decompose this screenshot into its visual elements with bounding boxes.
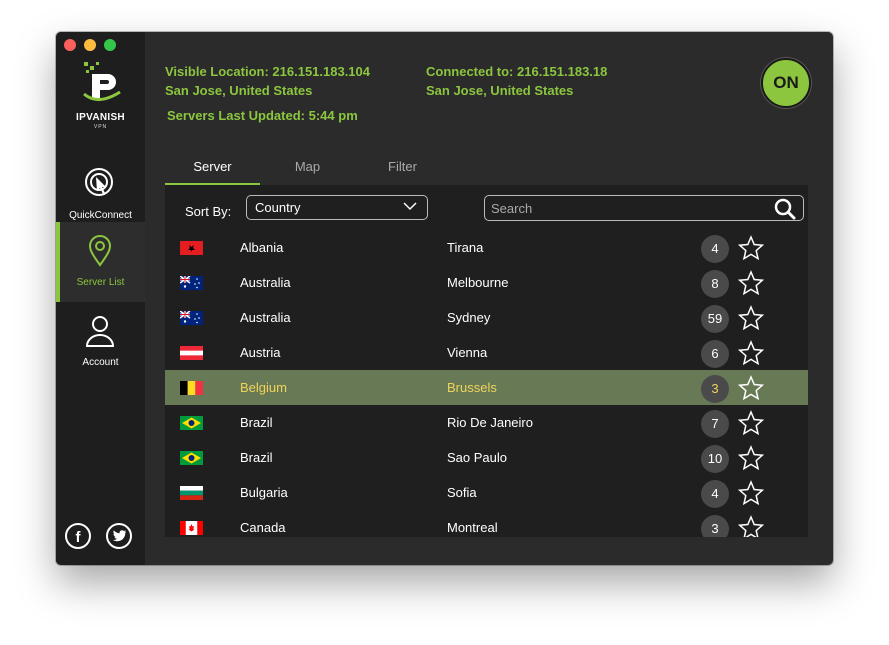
tab-bar: Server Map Filter bbox=[165, 156, 450, 185]
city-name: Tirana bbox=[447, 240, 484, 255]
australia-flag-icon bbox=[180, 276, 203, 290]
country-name: Australia bbox=[240, 310, 291, 325]
twitter-icon bbox=[112, 530, 127, 542]
city-name: Rio De Janeiro bbox=[447, 415, 533, 430]
sidebar: IPVANISH VPN QuickConnect Server List Ac… bbox=[56, 32, 145, 565]
country-name: Bulgaria bbox=[240, 485, 288, 500]
server-row[interactable]: Brazil Rio De Janeiro 7 bbox=[165, 405, 808, 440]
brazil-flag-icon bbox=[180, 451, 203, 465]
server-row[interactable]: Australia Melbourne 8 bbox=[165, 265, 808, 300]
server-count-badge: 3 bbox=[701, 515, 729, 537]
country-name: Brazil bbox=[240, 415, 273, 430]
server-count-badge: 6 bbox=[701, 340, 729, 368]
city-name: Melbourne bbox=[447, 275, 509, 290]
belgium-flag-icon bbox=[180, 381, 203, 395]
quickconnect-icon bbox=[85, 168, 113, 196]
sort-by-dropdown[interactable]: Country bbox=[246, 195, 428, 220]
server-row[interactable]: Bulgaria Sofia 4 bbox=[165, 475, 808, 510]
visible-location-info: Visible Location: 216.151.183.104 San Jo… bbox=[165, 62, 370, 100]
bulgaria-flag-icon bbox=[180, 486, 203, 500]
facebook-button[interactable]: f bbox=[65, 523, 91, 549]
tab-server[interactable]: Server bbox=[165, 156, 260, 185]
sidebar-item-label: QuickConnect bbox=[69, 210, 132, 221]
favorite-star-icon[interactable] bbox=[738, 445, 764, 471]
country-name: Brazil bbox=[240, 450, 273, 465]
country-name: Belgium bbox=[240, 380, 287, 395]
servers-updated-time: 5:44 pm bbox=[308, 108, 358, 123]
sidebar-item-label: Server List bbox=[76, 277, 125, 288]
server-count-badge: 4 bbox=[701, 480, 729, 508]
sort-by-value: Country bbox=[255, 200, 301, 215]
city-name: Sao Paulo bbox=[447, 450, 507, 465]
server-row[interactable]: Australia Sydney 59 bbox=[165, 300, 808, 335]
map-pin-icon bbox=[88, 235, 112, 267]
brazil-flag-icon bbox=[180, 416, 203, 430]
sidebar-item-label: Account bbox=[82, 357, 119, 368]
tab-filter[interactable]: Filter bbox=[355, 156, 450, 183]
facebook-icon: f bbox=[75, 529, 81, 546]
city-name: Brussels bbox=[447, 380, 497, 395]
zoom-window-button[interactable] bbox=[104, 39, 116, 51]
server-count-badge: 8 bbox=[701, 270, 729, 298]
sort-by-label: Sort By: bbox=[185, 204, 232, 219]
ipvanish-logo-icon bbox=[83, 62, 121, 101]
country-name: Canada bbox=[240, 520, 286, 535]
server-list: Albania Tirana 4 Australia Melbourne 8 A… bbox=[165, 230, 808, 537]
favorite-star-icon[interactable] bbox=[738, 305, 764, 331]
visible-location-city: San Jose, United States bbox=[165, 83, 313, 98]
visible-location-label: Visible Location: bbox=[165, 64, 269, 79]
minimize-window-button[interactable] bbox=[84, 39, 96, 51]
connected-location-info: Connected to: 216.151.183.18 San Jose, U… bbox=[426, 62, 607, 100]
connected-location-city: San Jose, United States bbox=[426, 83, 574, 98]
connected-ip: 216.151.183.18 bbox=[517, 64, 608, 79]
servers-updated-label: Servers Last Updated: bbox=[167, 108, 305, 123]
country-name: Australia bbox=[240, 275, 291, 290]
logo-subtext: VPN bbox=[93, 124, 108, 130]
search-input[interactable] bbox=[484, 195, 804, 221]
sidebar-item-server-list[interactable]: Server List bbox=[56, 222, 145, 302]
australia-flag-icon bbox=[180, 311, 203, 325]
servers-updated-info: Servers Last Updated: 5:44 pm bbox=[167, 106, 358, 125]
server-count-badge: 7 bbox=[701, 410, 729, 438]
albania-flag-icon bbox=[180, 241, 203, 255]
city-name: Sofia bbox=[447, 485, 477, 500]
chevron-down-icon bbox=[403, 202, 417, 211]
server-count-badge: 59 bbox=[701, 305, 729, 333]
country-name: Albania bbox=[240, 240, 284, 255]
server-row[interactable]: Albania Tirana 4 bbox=[165, 230, 808, 265]
visible-ip: 216.151.183.104 bbox=[272, 64, 371, 79]
search-icon[interactable] bbox=[774, 198, 796, 220]
tab-map[interactable]: Map bbox=[260, 156, 355, 183]
favorite-star-icon[interactable] bbox=[738, 235, 764, 261]
logo-text: IPVANISH bbox=[76, 112, 125, 123]
city-name: Sydney bbox=[447, 310, 491, 325]
austria-flag-icon bbox=[180, 346, 203, 360]
app-window: IPVANISH VPN QuickConnect Server List Ac… bbox=[56, 32, 833, 565]
twitter-button[interactable] bbox=[106, 523, 132, 549]
server-row[interactable]: Brazil Sao Paulo 10 bbox=[165, 440, 808, 475]
sidebar-item-account[interactable]: Account bbox=[56, 302, 145, 382]
canada-flag-icon bbox=[180, 521, 203, 535]
favorite-star-icon[interactable] bbox=[738, 270, 764, 296]
server-list-panel: Sort By: Country Albania Tirana 4 bbox=[165, 185, 808, 537]
city-name: Montreal bbox=[447, 520, 498, 535]
favorite-star-icon[interactable] bbox=[738, 480, 764, 506]
server-count-badge: 10 bbox=[701, 445, 729, 473]
favorite-star-icon[interactable] bbox=[738, 515, 764, 537]
server-row[interactable]: Austria Vienna 6 bbox=[165, 335, 808, 370]
vpn-toggle-button[interactable]: ON bbox=[761, 58, 811, 108]
country-name: Austria bbox=[240, 345, 281, 360]
server-row-selected[interactable]: Belgium Brussels 3 bbox=[165, 370, 808, 405]
favorite-star-icon[interactable] bbox=[738, 410, 764, 436]
server-row[interactable]: Canada Montreal 3 bbox=[165, 510, 808, 537]
server-count-badge: 3 bbox=[701, 375, 729, 403]
server-count-badge: 4 bbox=[701, 235, 729, 263]
favorite-star-icon[interactable] bbox=[738, 375, 764, 401]
favorite-star-icon[interactable] bbox=[738, 340, 764, 366]
close-window-button[interactable] bbox=[64, 39, 76, 51]
city-name: Vienna bbox=[447, 345, 488, 360]
user-icon bbox=[85, 316, 115, 347]
connected-label: Connected to: bbox=[426, 64, 514, 79]
